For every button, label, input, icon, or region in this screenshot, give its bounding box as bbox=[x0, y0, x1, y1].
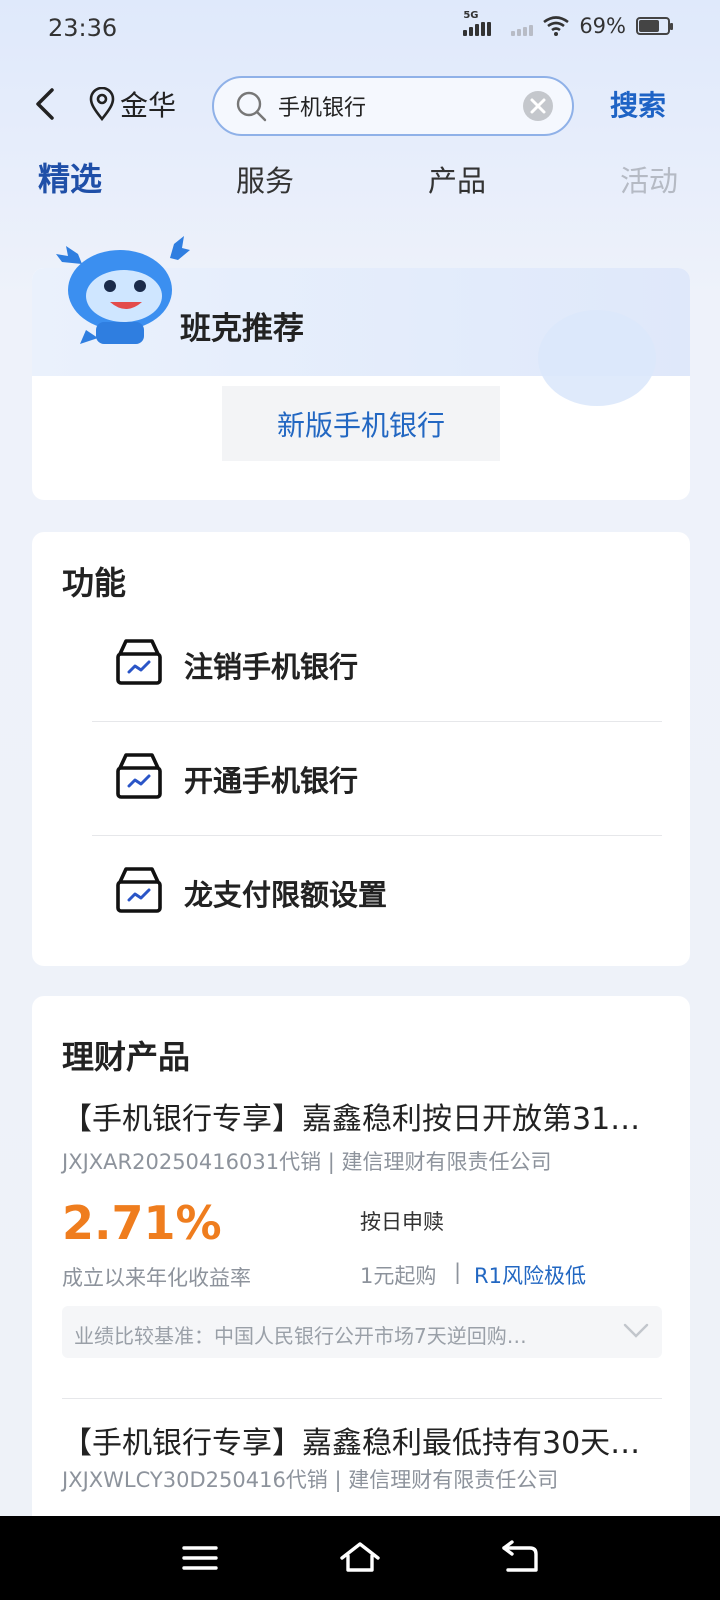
search-icon bbox=[236, 91, 267, 122]
risk-level: R1风险极低 bbox=[474, 1264, 586, 1288]
product-code-issuer: JXJXWLCY30D250416代销 | 建信理财有限责任公司 bbox=[62, 1468, 559, 1492]
benchmark-row[interactable]: 业绩比较基准：中国人民银行公开市场7天逆回购… bbox=[62, 1306, 662, 1358]
home-icon[interactable] bbox=[338, 1536, 382, 1580]
location-name: 金华 bbox=[120, 89, 177, 122]
location-pin-icon bbox=[89, 87, 115, 121]
search-input[interactable]: 手机银行 bbox=[212, 76, 574, 136]
yield-rate-label: 成立以来年化收益率 bbox=[62, 1266, 251, 1290]
signal-sim2-icon bbox=[511, 16, 534, 36]
divider bbox=[62, 1398, 662, 1399]
decorative-bubble bbox=[538, 310, 656, 406]
redeem-mode: 按日申赎 bbox=[360, 1210, 444, 1234]
function-label: 注销手机银行 bbox=[184, 650, 359, 684]
status-time: 23:36 bbox=[48, 14, 118, 42]
mascot-icon bbox=[56, 236, 190, 344]
menu-icon[interactable] bbox=[178, 1536, 222, 1580]
box-chart-icon bbox=[116, 753, 162, 799]
recommend-title: 班克推荐 bbox=[180, 311, 304, 347]
search-header: 金华 手机银行 搜索 bbox=[0, 72, 720, 136]
tab-activities[interactable]: 活动 bbox=[620, 158, 678, 200]
system-nav-bar bbox=[0, 1516, 720, 1600]
status-icons: 5G 69% bbox=[463, 10, 673, 38]
benchmark-text: 业绩比较基准：中国人民银行公开市场7天逆回购… bbox=[74, 1324, 527, 1348]
battery-percent: 69% bbox=[579, 14, 626, 38]
separator: | bbox=[454, 1260, 462, 1284]
tab-featured[interactable]: 精选 bbox=[38, 154, 102, 200]
box-chart-icon bbox=[116, 639, 162, 685]
function-label: 龙支付限额设置 bbox=[184, 878, 388, 912]
chevron-down-icon[interactable] bbox=[622, 1320, 650, 1342]
back-arrow-icon[interactable] bbox=[28, 84, 68, 124]
wifi-icon bbox=[543, 16, 570, 36]
search-query: 手机银行 bbox=[278, 96, 367, 121]
signal-5g-icon: 5G bbox=[463, 10, 492, 36]
product-yield-rate: 2.71% bbox=[62, 1196, 222, 1250]
functions-title: 功能 bbox=[62, 564, 127, 602]
product-code-issuer: JXJXAR20250416031代销 | 建信理财有限责任公司 bbox=[62, 1150, 552, 1174]
minimum-purchase: 1元起购 bbox=[360, 1264, 437, 1288]
search-button[interactable]: 搜索 bbox=[610, 84, 666, 124]
products-title: 理财产品 bbox=[62, 1038, 191, 1076]
product-name[interactable]: 【手机银行专享】嘉鑫稳利按日开放第31… bbox=[62, 1094, 662, 1138]
function-item-payment-limit[interactable]: 龙支付限额设置 bbox=[62, 836, 662, 950]
new-mobile-banking-button[interactable]: 新版手机银行 bbox=[222, 386, 500, 461]
category-tabs: 精选 服务 产品 活动 bbox=[0, 150, 720, 206]
function-label: 开通手机银行 bbox=[184, 764, 359, 798]
back-icon[interactable] bbox=[498, 1536, 542, 1580]
box-chart-icon bbox=[116, 867, 162, 913]
location-selector[interactable]: 金华 bbox=[88, 82, 176, 126]
function-item-deregister[interactable]: 注销手机银行 bbox=[62, 608, 662, 722]
tab-products[interactable]: 产品 bbox=[428, 158, 486, 200]
status-bar: 23:36 5G 69% bbox=[0, 0, 720, 58]
clear-search-icon[interactable] bbox=[522, 90, 554, 122]
network-type: 5G bbox=[463, 10, 479, 21]
tab-services[interactable]: 服务 bbox=[236, 158, 294, 200]
battery-icon bbox=[636, 17, 673, 35]
function-item-activate[interactable]: 开通手机银行 bbox=[62, 722, 662, 836]
product-name[interactable]: 【手机银行专享】嘉鑫稳利最低持有30天… bbox=[62, 1418, 662, 1462]
functions-card: 功能 注销手机银行 开通手机银行 龙支付限额设置 bbox=[32, 532, 690, 966]
